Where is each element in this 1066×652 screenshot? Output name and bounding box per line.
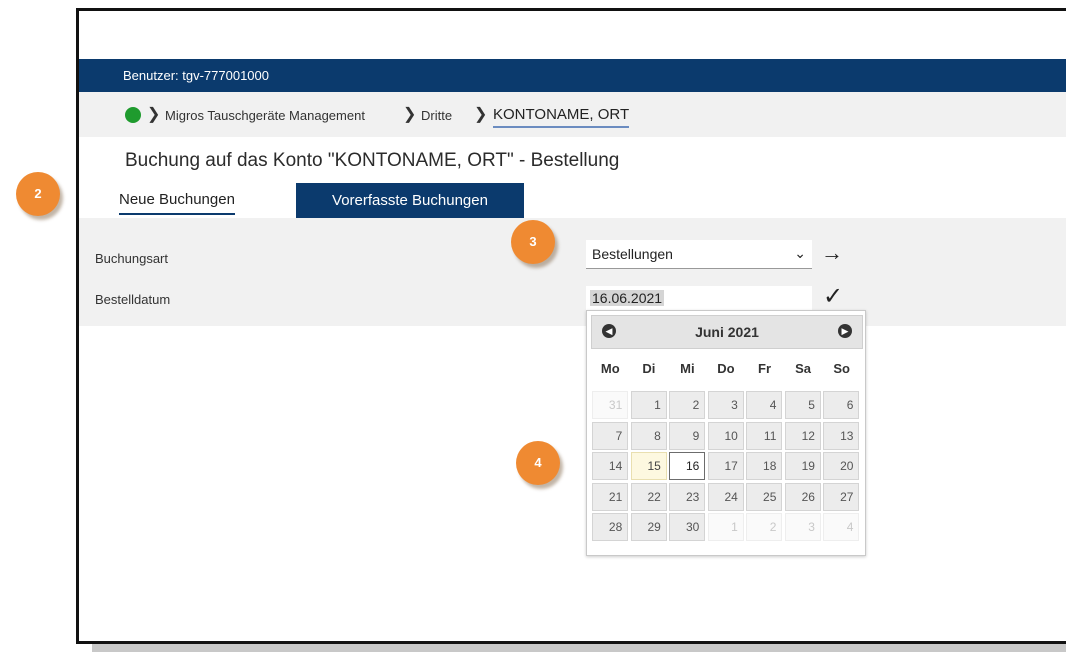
- weekday-label: Fr: [758, 361, 772, 376]
- calendar-day[interactable]: 18: [746, 452, 783, 480]
- status-dot-icon: [125, 107, 141, 123]
- calendar-day[interactable]: 27: [823, 482, 860, 511]
- calendar-week: 14 15 16 17 18 19 20: [591, 452, 861, 483]
- calendar-day[interactable]: 3: [707, 391, 744, 419]
- calendar-day[interactable]: 22: [630, 482, 667, 511]
- calendar-day[interactable]: 26: [784, 482, 821, 511]
- user-bar: Benutzer: tgv-777001000: [79, 59, 1066, 92]
- calendar-day[interactable]: 11: [746, 421, 783, 450]
- calendar-day[interactable]: 28: [592, 513, 629, 541]
- calendar-day-other-month[interactable]: 4: [823, 513, 860, 541]
- breadcrumb-item-mtm[interactable]: Migros Tauschgeräte Management: [165, 108, 365, 123]
- calendar-week: 7 8 9 10 11 12 13: [591, 421, 861, 453]
- buchungsart-label: Buchungsart: [95, 251, 168, 266]
- buchungsart-select[interactable]: Bestellungen ⌄: [586, 240, 812, 269]
- calendar-day[interactable]: 17: [707, 452, 744, 480]
- calendar-day[interactable]: 12: [784, 421, 821, 450]
- calendar-day[interactable]: 20: [823, 452, 860, 480]
- bestelldatum-label: Bestelldatum: [95, 292, 171, 307]
- chevron-right-icon: ❯: [474, 106, 488, 123]
- chevron-down-icon: ⌄: [794, 245, 806, 261]
- breadcrumb: ❯ Migros Tauschgeräte Management ❯ Dritt…: [79, 92, 1066, 137]
- calendar-day[interactable]: 25: [746, 482, 783, 511]
- booking-form: Buchungsart Bestellungen ⌄ → Bestelldatu…: [79, 218, 1066, 326]
- calendar-day[interactable]: 29: [630, 513, 667, 541]
- user-label: Benutzer: tgv-777001000: [123, 68, 269, 83]
- weekday-label: Sa: [795, 361, 812, 376]
- tab-new-bookings[interactable]: Neue Buchungen: [119, 191, 235, 215]
- calendar-day[interactable]: 16: [669, 452, 706, 480]
- datepicker-month-title: Juni 2021: [695, 324, 759, 340]
- chevron-right-icon: ❯: [147, 106, 161, 123]
- weekday-label: Mi: [680, 361, 695, 376]
- calendar-day-other-month[interactable]: 3: [784, 513, 821, 541]
- page-title: Buchung auf das Konto "KONTONAME, ORT" -…: [125, 150, 620, 171]
- calendar-day[interactable]: 30: [669, 513, 706, 541]
- calendar-day[interactable]: 13: [823, 421, 860, 450]
- calendar-day[interactable]: 8: [630, 421, 667, 450]
- arrow-right-icon[interactable]: →: [821, 240, 843, 266]
- calendar-day[interactable]: 15: [630, 452, 667, 480]
- calendar-week: 21 22 23 24 25 26 27: [591, 482, 861, 514]
- calendar-day[interactable]: 5: [784, 391, 821, 419]
- calendar-week: 28 29 30 1 2 3 4: [591, 513, 861, 544]
- bestelldatum-input[interactable]: 16.06.2021: [586, 286, 812, 311]
- calendar-day[interactable]: 1: [630, 391, 667, 419]
- breadcrumb-item-current[interactable]: KONTONAME, ORT: [493, 106, 630, 128]
- calendar-day[interactable]: 9: [669, 421, 706, 450]
- chevron-right-icon: ❯: [403, 106, 417, 123]
- app-window: Benutzer: tgv-777001000 ❯ Migros Tauschg…: [76, 8, 1066, 644]
- next-month-icon[interactable]: ▶: [838, 324, 852, 338]
- step-badge-4: 4: [516, 441, 560, 485]
- weekday-label: Do: [717, 361, 735, 376]
- weekday-header: Mo Di Mi Do Fr Sa So: [591, 355, 861, 383]
- checkmark-icon[interactable]: ✓: [823, 282, 843, 311]
- calendar-day-other-month[interactable]: 31: [592, 391, 629, 419]
- weekday-label: So: [833, 361, 850, 376]
- breadcrumb-item-dritte[interactable]: Dritte: [421, 108, 452, 123]
- calendar-day[interactable]: 6: [823, 391, 860, 419]
- calendar-day[interactable]: 23: [669, 482, 706, 511]
- tab-prepared-bookings[interactable]: Vorerfasste Buchungen: [296, 183, 524, 219]
- buchungsart-value: Bestellungen: [592, 246, 673, 262]
- calendar-day[interactable]: 21: [592, 482, 629, 511]
- datepicker: ◀ Juni 2021 ▶ Mo Di Mi Do Fr Sa So 31 1 2 3 4 5 6 7 8 9…: [586, 310, 866, 556]
- calendar-day[interactable]: 14: [592, 452, 629, 480]
- weekday-label: Mo: [600, 361, 620, 376]
- step-badge-3: 3: [511, 220, 555, 264]
- calendar-day-other-month[interactable]: 1: [707, 513, 744, 541]
- calendar-day[interactable]: 4: [746, 391, 783, 419]
- bestelldatum-value: 16.06.2021: [590, 290, 665, 306]
- calendar-day-other-month[interactable]: 2: [746, 513, 783, 541]
- calendar-day[interactable]: 10: [707, 421, 744, 450]
- datepicker-header: ◀ Juni 2021 ▶: [591, 315, 863, 349]
- day-grid: 31 1 2 3 4 5 6 7 8 9 10 11 12 13 14 15 16 17 18 19 20 21 22 23 2…: [591, 391, 861, 544]
- calendar-week: 31 1 2 3 4 5 6: [591, 391, 861, 422]
- step-badge-2: 2: [16, 172, 60, 216]
- calendar-day[interactable]: 19: [784, 452, 821, 480]
- calendar-day[interactable]: 7: [592, 421, 629, 450]
- calendar-day[interactable]: 2: [669, 391, 706, 419]
- weekday-label: Di: [642, 361, 656, 376]
- calendar-day[interactable]: 24: [707, 482, 744, 511]
